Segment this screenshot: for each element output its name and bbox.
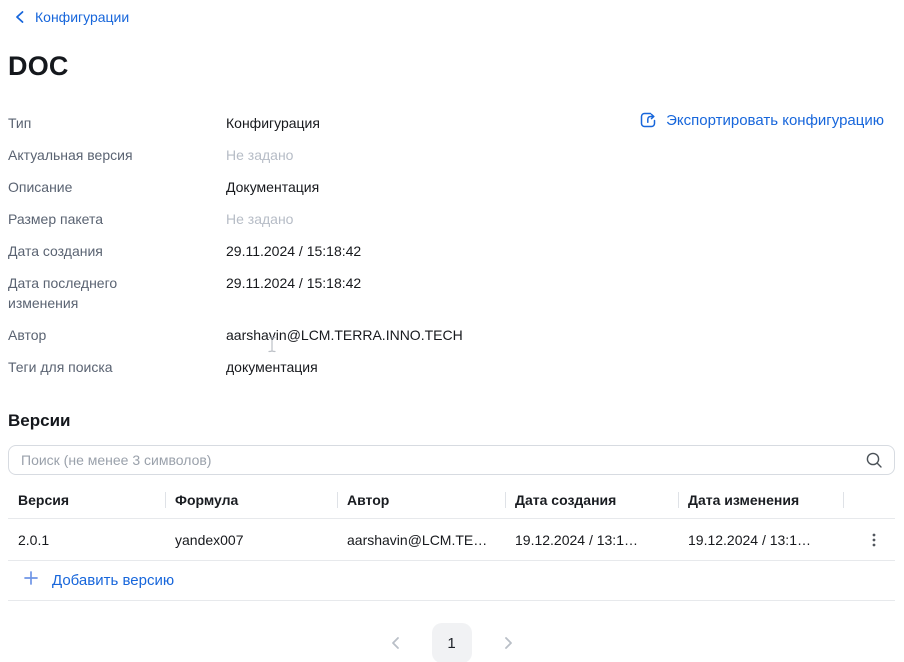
field-label: Размер пакета	[8, 209, 226, 229]
versions-search-input[interactable]	[8, 445, 895, 475]
configuration-details: Тип Конфигурация Актуальная версия Не за…	[8, 113, 608, 377]
cell-created: 19.12.2024 / 13:1…	[505, 532, 678, 548]
cell-version: 2.0.1	[8, 532, 165, 548]
field-label: Дата последнего изменения	[8, 273, 226, 313]
field-label: Автор	[8, 325, 226, 345]
field-row-author: Автор aarshavin@LCM.TERRA.INNO.TECH	[8, 325, 608, 345]
export-icon	[638, 110, 658, 130]
table-row[interactable]: 2.0.1 yandex007 aarshavin@LCM.TE… 19.12.…	[8, 519, 895, 561]
page-title: DOC	[8, 51, 895, 82]
cell-formula: yandex007	[165, 532, 337, 548]
column-header-version: Версия	[8, 481, 165, 518]
field-row-type: Тип Конфигурация	[8, 113, 608, 133]
column-header-modified: Дата изменения	[678, 481, 843, 518]
add-version-label: Добавить версию	[52, 572, 174, 589]
text-cursor-pointer	[267, 336, 277, 358]
field-row-actual-version: Актуальная версия Не задано	[8, 145, 608, 165]
plus-icon	[23, 570, 39, 591]
pagination-page-1[interactable]: 1	[432, 623, 472, 662]
field-label: Актуальная версия	[8, 145, 226, 165]
pagination: 1	[8, 623, 895, 662]
pagination-next-button[interactable]	[496, 631, 520, 655]
field-value: 29.11.2024 / 15:18:42	[226, 241, 361, 261]
column-header-author: Автор	[337, 481, 505, 518]
field-row-created-date: Дата создания 29.11.2024 / 15:18:42	[8, 241, 608, 261]
field-row-search-tags: Теги для поиска документация	[8, 357, 608, 377]
export-configuration-button[interactable]: Экспортировать конфигурацию	[638, 110, 884, 130]
table-header-row: Версия Формула Автор Дата создания Дата …	[8, 481, 895, 519]
field-label: Теги для поиска	[8, 357, 226, 377]
versions-heading: Версии	[8, 411, 895, 431]
cell-modified: 19.12.2024 / 13:1…	[678, 532, 843, 548]
field-label: Описание	[8, 177, 226, 197]
field-value: Не задано	[226, 145, 293, 165]
field-value: Не задано	[226, 209, 293, 229]
column-header-created: Дата создания	[505, 481, 678, 518]
pagination-prev-button[interactable]	[384, 631, 408, 655]
search-icon[interactable]	[865, 451, 883, 474]
versions-table: Версия Формула Автор Дата создания Дата …	[8, 481, 895, 601]
export-button-label: Экспортировать конфигурацию	[666, 112, 884, 129]
field-label: Тип	[8, 113, 226, 133]
configuration-detail-page: Конфигурации DOC Экспортировать конфигур…	[0, 0, 904, 662]
field-value: 29.11.2024 / 15:18:42	[226, 273, 361, 293]
column-header-actions	[843, 481, 895, 518]
field-value: aarshavin@LCM.TERRA.INNO.TECH	[226, 325, 463, 345]
back-link-label: Конфигурации	[35, 9, 129, 25]
field-value: Документация	[226, 177, 319, 197]
field-value: документация	[226, 357, 318, 377]
field-row-modified-date: Дата последнего изменения 29.11.2024 / 1…	[8, 273, 608, 313]
versions-search	[8, 445, 895, 475]
row-actions-kebab-button[interactable]	[860, 528, 888, 552]
field-label: Дата создания	[8, 241, 226, 261]
add-version-button[interactable]: Добавить версию	[8, 561, 895, 601]
field-row-package-size: Размер пакета Не задано	[8, 209, 608, 229]
column-header-formula: Формула	[165, 481, 337, 518]
field-value: Конфигурация	[226, 113, 320, 133]
field-row-description: Описание Документация	[8, 177, 608, 197]
chevron-left-icon	[14, 10, 26, 24]
cell-author: aarshavin@LCM.TE…	[337, 532, 505, 548]
back-link-configurations[interactable]: Конфигурации	[14, 9, 129, 25]
